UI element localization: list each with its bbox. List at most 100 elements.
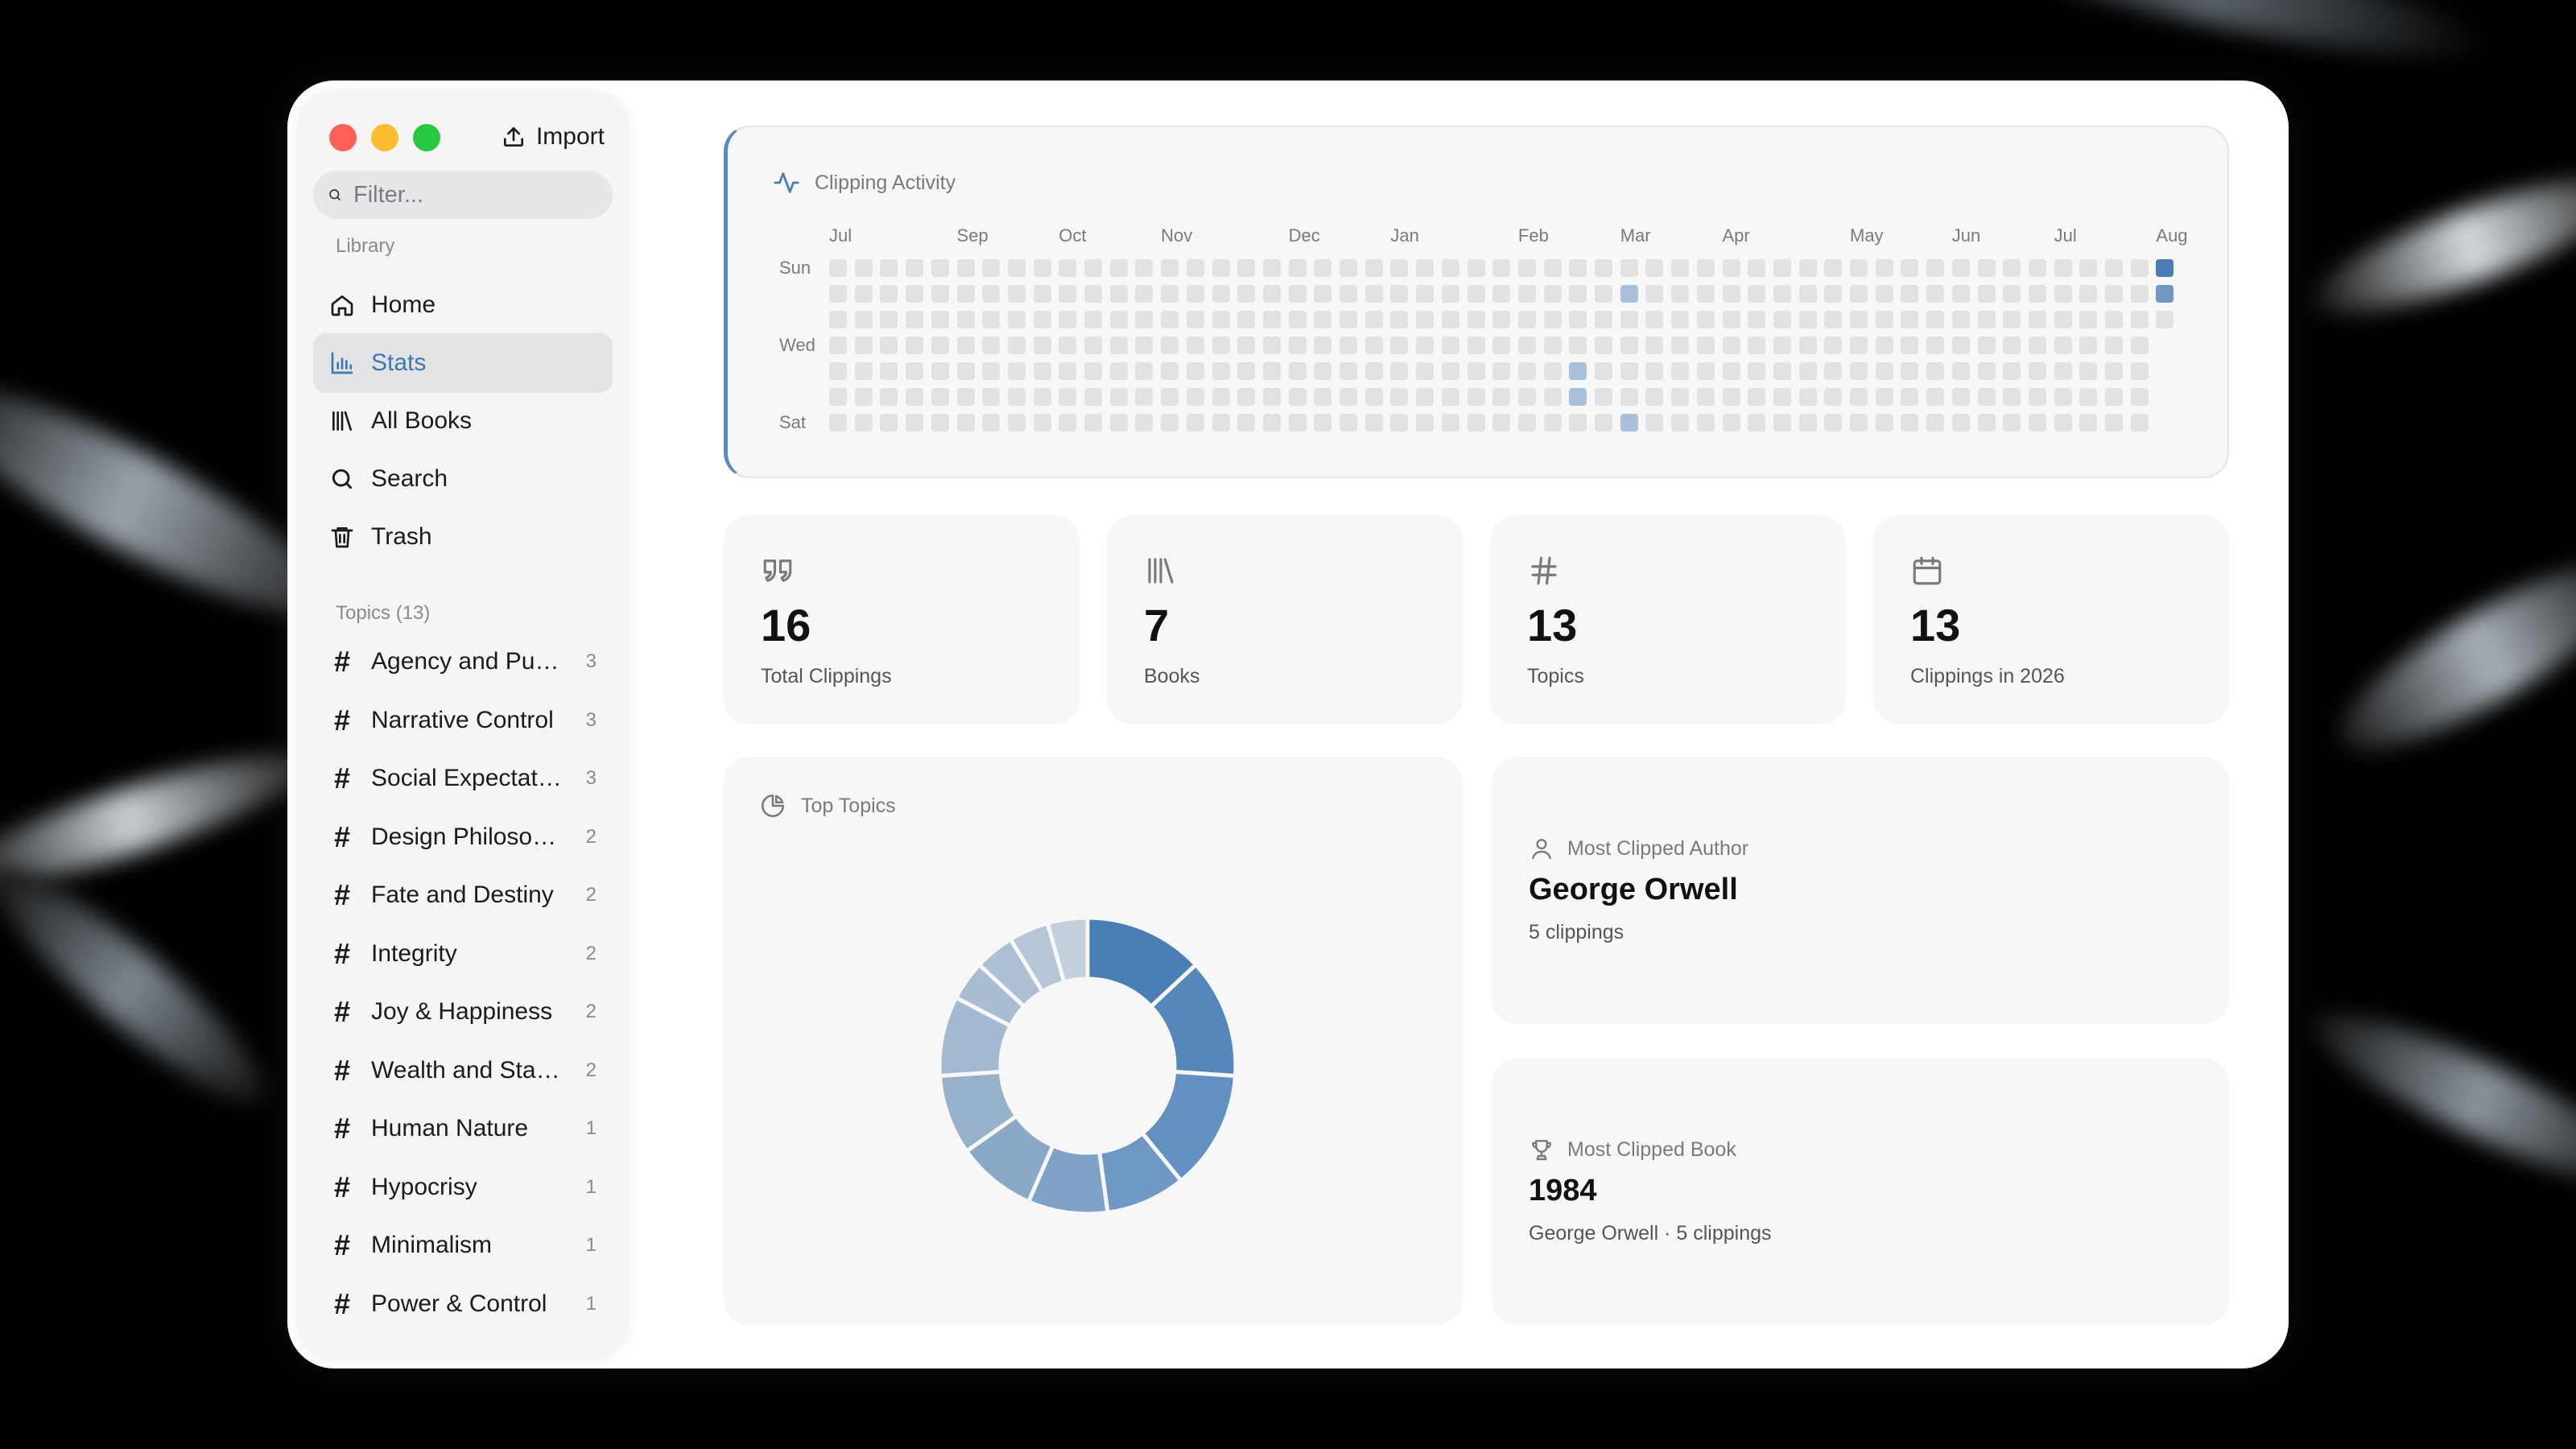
heatmap-cell[interactable] (1850, 259, 1868, 277)
heatmap-cell[interactable] (1901, 336, 1919, 354)
heatmap-cell[interactable] (906, 362, 924, 380)
heatmap-cell[interactable] (1569, 311, 1587, 328)
heatmap-cell[interactable] (1696, 362, 1715, 380)
heatmap-cell[interactable] (1620, 388, 1638, 406)
heatmap-cell[interactable] (1569, 388, 1587, 406)
filter-input[interactable] (352, 180, 613, 209)
heatmap-cell[interactable] (1798, 311, 1817, 328)
heatmap-cell[interactable] (2054, 259, 2072, 277)
heatmap-cell[interactable] (2130, 362, 2149, 380)
heatmap-cell[interactable] (1186, 388, 1204, 406)
heatmap-cell[interactable] (1798, 336, 1817, 354)
heatmap-cell[interactable] (956, 259, 975, 277)
heatmap-cell[interactable] (1161, 388, 1179, 406)
heatmap-cell[interactable] (1671, 388, 1690, 406)
heatmap-cell[interactable] (1364, 362, 1383, 380)
heatmap-cell[interactable] (1441, 285, 1459, 303)
heatmap-cell[interactable] (1467, 259, 1485, 277)
heatmap-cell[interactable] (1977, 311, 1996, 328)
heatmap-cell[interactable] (1237, 336, 1256, 354)
heatmap-cell[interactable] (982, 336, 1001, 354)
heatmap-cell[interactable] (1059, 311, 1077, 328)
sidebar-topic-item[interactable]: # Joy & Happiness 2 (313, 983, 613, 1041)
heatmap-cell[interactable] (1951, 388, 1970, 406)
heatmap-cell[interactable] (1517, 259, 1536, 277)
heatmap-cell[interactable] (1798, 259, 1817, 277)
heatmap-cell[interactable] (1671, 285, 1690, 303)
heatmap-cell[interactable] (1773, 285, 1791, 303)
heatmap-cell[interactable] (829, 259, 847, 277)
heatmap-cell[interactable] (1926, 336, 1945, 354)
close-window-button[interactable] (329, 124, 357, 151)
heatmap-cell[interactable] (1926, 362, 1945, 380)
heatmap-cell[interactable] (1467, 285, 1485, 303)
filter-field[interactable] (313, 171, 613, 219)
heatmap-cell[interactable] (1722, 414, 1740, 431)
heatmap-cell[interactable] (1824, 311, 1843, 328)
heatmap-cell[interactable] (982, 388, 1001, 406)
heatmap-cell[interactable] (1543, 362, 1562, 380)
heatmap-cell[interactable] (931, 362, 949, 380)
sidebar-topic-item[interactable]: # Power & Control 1 (313, 1275, 613, 1333)
heatmap-cell[interactable] (1467, 414, 1485, 431)
heatmap-cell[interactable] (1645, 362, 1664, 380)
heatmap-cell[interactable] (1084, 388, 1102, 406)
heatmap-cell[interactable] (2003, 388, 2021, 406)
heatmap-cell[interactable] (1926, 311, 1945, 328)
heatmap-cell[interactable] (1033, 285, 1051, 303)
heatmap-cell[interactable] (2130, 388, 2149, 406)
heatmap-cell[interactable] (2028, 388, 2046, 406)
heatmap-cell[interactable] (1773, 311, 1791, 328)
heatmap-cell[interactable] (1390, 414, 1409, 431)
heatmap-cell[interactable] (1620, 362, 1638, 380)
heatmap-cell[interactable] (1340, 388, 1357, 406)
heatmap-cell[interactable] (1850, 414, 1868, 431)
heatmap-cell[interactable] (1748, 388, 1766, 406)
heatmap-cell[interactable] (1722, 259, 1740, 277)
heatmap-cell[interactable] (1314, 414, 1332, 431)
heatmap-cell[interactable] (1135, 414, 1154, 431)
heatmap-cell[interactable] (1212, 388, 1230, 406)
sidebar-topic-item[interactable]: # Design Philosophy 2 (313, 808, 613, 866)
heatmap-cell[interactable] (1212, 285, 1230, 303)
heatmap-cell[interactable] (931, 336, 949, 354)
heatmap-cell[interactable] (1416, 388, 1435, 406)
heatmap-cell[interactable] (1467, 311, 1485, 328)
heatmap-cell[interactable] (1569, 259, 1587, 277)
heatmap-cell[interactable] (1314, 285, 1332, 303)
heatmap-cell[interactable] (1237, 414, 1256, 431)
heatmap-cell[interactable] (906, 285, 924, 303)
heatmap-cell[interactable] (1748, 414, 1766, 431)
sidebar-topic-item[interactable]: # Minimalism 1 (313, 1216, 613, 1274)
heatmap-cell[interactable] (1875, 362, 1893, 380)
heatmap-cell[interactable] (956, 336, 975, 354)
heatmap-cell[interactable] (1517, 388, 1536, 406)
heatmap-cell[interactable] (1416, 336, 1435, 354)
heatmap-cell[interactable] (1033, 362, 1051, 380)
heatmap-cell[interactable] (931, 414, 949, 431)
heatmap-cell[interactable] (1595, 362, 1612, 380)
heatmap-cell[interactable] (1492, 414, 1511, 431)
heatmap-cell[interactable] (2028, 311, 2046, 328)
heatmap-cell[interactable] (1288, 414, 1307, 431)
heatmap-cell[interactable] (1135, 362, 1154, 380)
heatmap-cell[interactable] (1951, 285, 1970, 303)
heatmap-cell[interactable] (854, 388, 873, 406)
heatmap-cell[interactable] (1161, 311, 1179, 328)
heatmap-cell[interactable] (1390, 259, 1409, 277)
heatmap-cell[interactable] (1186, 336, 1204, 354)
heatmap-cell[interactable] (1135, 311, 1154, 328)
heatmap-cell[interactable] (1390, 336, 1409, 354)
heatmap-cell[interactable] (2054, 311, 2072, 328)
heatmap-cell[interactable] (1595, 336, 1612, 354)
heatmap-cell[interactable] (1901, 285, 1919, 303)
heatmap-cell[interactable] (1951, 336, 1970, 354)
heatmap-cell[interactable] (1340, 285, 1357, 303)
heatmap-cell[interactable] (1773, 336, 1791, 354)
heatmap-cell[interactable] (2105, 259, 2123, 277)
heatmap-cell[interactable] (1798, 414, 1817, 431)
heatmap-cell[interactable] (1390, 285, 1409, 303)
heatmap-cell[interactable] (1237, 362, 1256, 380)
heatmap-cell[interactable] (1084, 336, 1102, 354)
heatmap-cell[interactable] (1007, 259, 1026, 277)
